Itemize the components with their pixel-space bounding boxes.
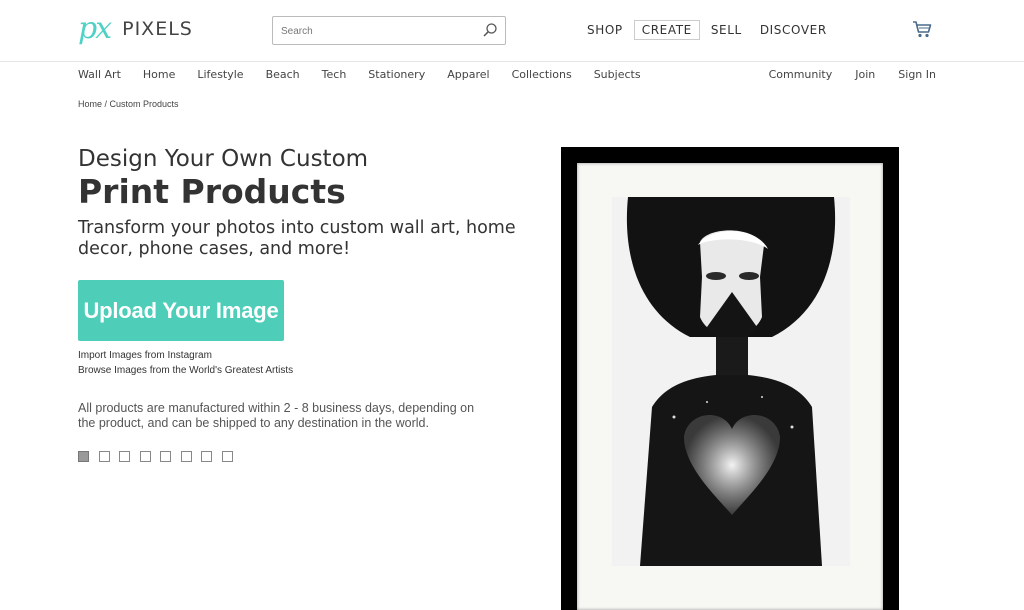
search-input[interactable] [281, 23, 471, 39]
subnav-tech[interactable]: Tech [322, 68, 347, 81]
print-mat [577, 163, 883, 610]
pixels-logo[interactable]: px PIXELS [78, 12, 193, 46]
site-header: px PIXELS SHOP CREATE SELL DISCOVER [0, 0, 1024, 62]
subnav-home[interactable]: Home [143, 68, 175, 81]
account-links: Community Join Sign In [746, 68, 936, 81]
carousel-dot[interactable] [180, 451, 192, 462]
upload-image-button[interactable]: Upload Your Image [78, 280, 284, 341]
import-instagram-link[interactable]: Import Images from Instagram [78, 350, 212, 361]
carousel-indicators [78, 451, 242, 462]
search-box [272, 16, 506, 45]
artwork-image [612, 197, 850, 566]
framed-print-preview [561, 147, 899, 610]
join-link[interactable]: Join [855, 68, 875, 81]
logo-mark: px [78, 11, 112, 46]
cart-icon[interactable] [912, 20, 932, 38]
community-link[interactable]: Community [769, 68, 833, 81]
search-icon[interactable] [482, 22, 498, 38]
breadcrumb: Home / Custom Products [78, 99, 179, 109]
breadcrumb-current: Custom Products [109, 99, 179, 109]
carousel-dot[interactable] [98, 451, 110, 462]
nav-shop[interactable]: SHOP [580, 21, 630, 39]
category-nav: Wall Art Home Lifestyle Beach Tech Stati… [0, 68, 1024, 84]
subnav-collections[interactable]: Collections [512, 68, 572, 81]
carousel-dot[interactable] [160, 451, 171, 462]
category-links: Wall Art Home Lifestyle Beach Tech Stati… [78, 68, 663, 81]
sign-in-link[interactable]: Sign In [898, 68, 936, 81]
subnav-wall-art[interactable]: Wall Art [78, 68, 121, 81]
subnav-lifestyle[interactable]: Lifestyle [197, 68, 243, 81]
carousel-dot[interactable] [201, 451, 212, 462]
carousel-dot[interactable] [139, 451, 151, 462]
subnav-apparel[interactable]: Apparel [447, 68, 489, 81]
logo-text: PIXELS [122, 18, 193, 40]
breadcrumb-home[interactable]: Home [78, 99, 102, 109]
hero-subtitle: Transform your photos into custom wall a… [78, 218, 516, 259]
subnav-subjects[interactable]: Subjects [594, 68, 641, 81]
carousel-dot[interactable] [119, 451, 130, 462]
breadcrumb-separator: / [102, 99, 110, 109]
carousel-dot[interactable] [78, 451, 89, 462]
nav-create[interactable]: CREATE [633, 20, 700, 40]
subnav-stationery[interactable]: Stationery [368, 68, 425, 81]
subnav-beach[interactable]: Beach [266, 68, 300, 81]
carousel-dot[interactable] [221, 451, 233, 462]
main-nav: SHOP CREATE SELL DISCOVER [580, 20, 838, 40]
hero-title-line2: Print Products [78, 172, 346, 211]
browse-artists-link[interactable]: Browse Images from the World's Greatest … [78, 365, 293, 376]
hero-title-line1: Design Your Own Custom [78, 146, 369, 172]
shipping-note: All products are manufactured within 2 -… [78, 401, 475, 430]
nav-discover[interactable]: DISCOVER [753, 21, 834, 39]
nav-sell[interactable]: SELL [704, 21, 749, 39]
